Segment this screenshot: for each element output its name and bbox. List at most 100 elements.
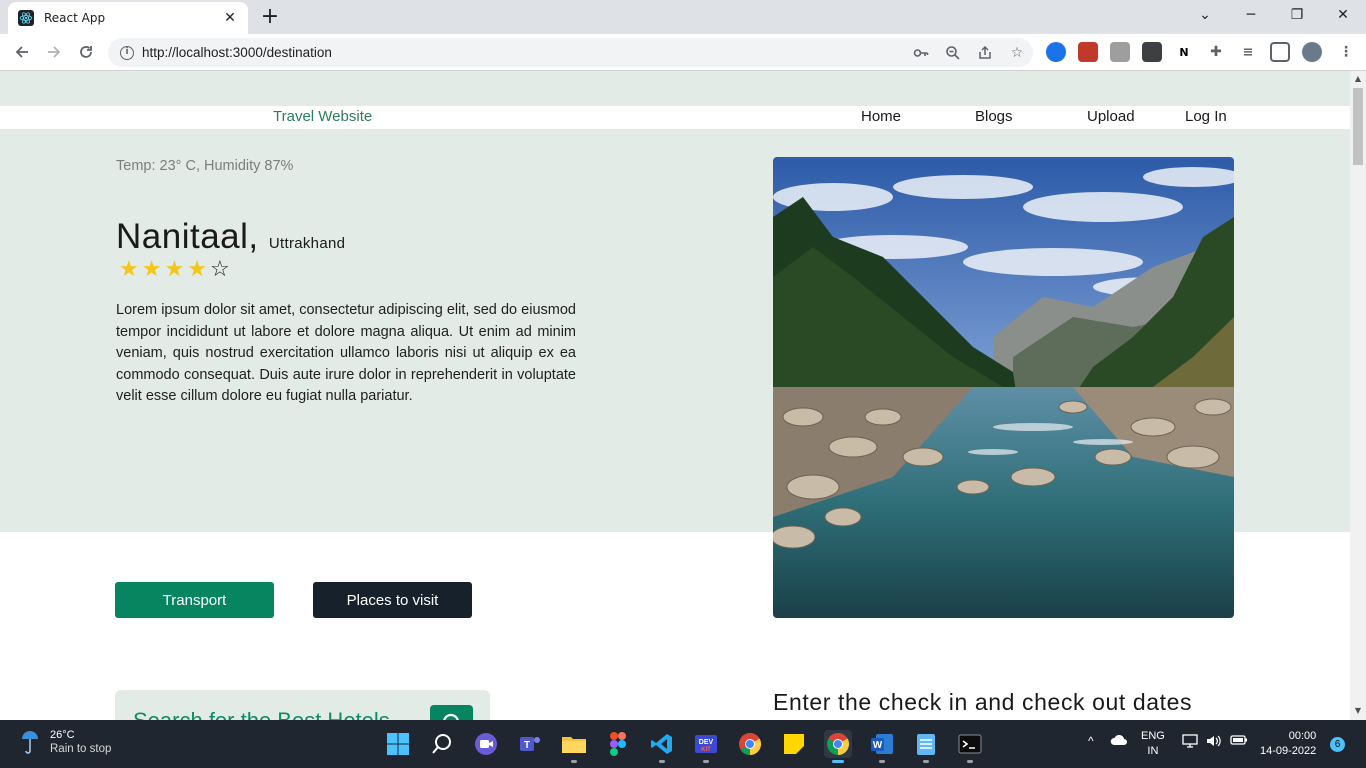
clock-time: 00:00	[1288, 730, 1317, 742]
browser-menu-icon[interactable]: ⋮	[1336, 42, 1356, 62]
extension-icon[interactable]: N	[1174, 42, 1194, 62]
weather-info: Temp: 23° C, Humidity 87%	[116, 158, 294, 174]
scroll-up-icon[interactable]: ▲	[1350, 72, 1366, 86]
running-indicator	[659, 760, 665, 763]
terminal-icon[interactable]	[956, 730, 984, 758]
active-indicator	[832, 760, 844, 763]
destination-photo	[773, 157, 1234, 618]
volume-icon[interactable]	[1206, 734, 1222, 751]
url-text[interactable]: http://localhost:3000/destination	[142, 45, 905, 60]
rating-stars: ★★★★☆	[119, 257, 233, 282]
scroll-down-icon[interactable]: ▼	[1350, 704, 1366, 718]
running-indicator	[879, 760, 885, 763]
destination-title: Nanitaal, Uttrakhand	[116, 217, 345, 257]
word-icon[interactable]: W	[868, 730, 896, 758]
key-icon[interactable]	[905, 38, 937, 67]
media-control-icon[interactable]: ≡	[1238, 42, 1258, 62]
teams-icon[interactable]: T	[516, 730, 544, 758]
running-indicator	[967, 760, 973, 763]
zoom-icon[interactable]	[937, 38, 969, 67]
profile-avatar[interactable]	[1302, 42, 1322, 62]
chrome-dev-icon[interactable]	[824, 730, 852, 758]
onedrive-cloud-icon[interactable]	[1110, 734, 1128, 749]
side-panel-icon[interactable]	[1270, 42, 1290, 62]
tab-title: React App	[44, 11, 106, 25]
nav-blogs[interactable]: Blogs	[975, 108, 1013, 125]
star-filled-icon: ★	[119, 257, 142, 282]
region-code: IN	[1147, 745, 1159, 757]
devkit-icon[interactable]: DEV KIT	[692, 730, 720, 758]
transport-button[interactable]: Transport	[115, 582, 274, 618]
minimize-button[interactable]: ─	[1228, 0, 1274, 30]
forward-icon[interactable]	[42, 40, 66, 64]
extension-icon[interactable]	[1046, 42, 1066, 62]
star-empty-icon: ☆	[209, 257, 233, 282]
running-indicator	[571, 760, 577, 763]
state-name: Uttrakhand	[268, 235, 346, 252]
sticky-notes-icon[interactable]	[780, 730, 808, 758]
umbrella-icon	[22, 730, 38, 754]
hotel-search-card: Search for the Best Hotels	[115, 690, 490, 720]
star-filled-icon: ★	[187, 257, 210, 282]
extension-icon[interactable]	[1142, 42, 1162, 62]
restore-button[interactable]: ❐	[1274, 0, 1320, 30]
new-tab-button[interactable]: +	[258, 6, 282, 30]
vscode-icon[interactable]	[648, 730, 676, 758]
nav-home[interactable]: Home	[861, 108, 901, 125]
svg-text:DEV: DEV	[699, 739, 714, 746]
hotel-search-title: Search for the Best Hotels	[133, 708, 390, 720]
window-close-button[interactable]: ✕	[1320, 0, 1366, 30]
checkin-heading: Enter the check in and check out dates	[773, 689, 1193, 715]
svg-text:T: T	[524, 740, 530, 751]
browser-tab[interactable]: React App ✕	[8, 2, 248, 34]
site-info-icon[interactable]: i	[120, 45, 134, 60]
windows-start-icon[interactable]	[384, 730, 412, 758]
clock-date: 14-09-2022	[1260, 745, 1317, 757]
browser-toolbar: i http://localhost:3000/destination ☆ N …	[0, 34, 1366, 71]
search-icon	[442, 713, 459, 720]
running-indicator	[923, 760, 929, 763]
places-to-visit-button[interactable]: Places to visit	[313, 582, 472, 618]
extensions-puzzle-icon[interactable]: ✚	[1206, 42, 1226, 62]
reload-icon[interactable]	[74, 40, 98, 64]
site-navbar: Travel Website Home Blogs Upload Log In	[0, 106, 1350, 129]
share-icon[interactable]	[969, 38, 1001, 67]
close-tab-icon[interactable]: ✕	[222, 10, 238, 26]
brand-link[interactable]: Travel Website	[273, 108, 372, 125]
weather-widget[interactable]: 26°C Rain to stop	[20, 728, 111, 755]
nav-login[interactable]: Log In	[1185, 108, 1227, 125]
language-code: ENG	[1141, 730, 1165, 742]
bookmark-star-icon[interactable]: ☆	[1001, 38, 1033, 67]
scrollbar-thumb[interactable]	[1353, 88, 1363, 165]
search-button[interactable]	[430, 705, 473, 720]
battery-icon[interactable]	[1230, 734, 1248, 749]
extension-icon[interactable]	[1078, 42, 1098, 62]
address-bar[interactable]: i http://localhost:3000/destination ☆	[108, 38, 1033, 67]
extension-icon[interactable]	[1110, 42, 1130, 62]
nav-upload[interactable]: Upload	[1087, 108, 1135, 125]
system-clock[interactable]: 00:00 14-09-2022	[1260, 729, 1316, 759]
running-indicator	[703, 760, 709, 763]
file-explorer-icon[interactable]	[560, 730, 588, 758]
show-hidden-icons-chevron-icon[interactable]: ^	[1088, 734, 1094, 748]
star-filled-icon: ★	[164, 257, 188, 282]
tab-search-icon[interactable]: ⌄	[1182, 0, 1228, 30]
weather-temp: 26°C	[50, 729, 75, 741]
browser-tab-strip: React App ✕ + ⌄ ─ ❐ ✕	[0, 0, 1366, 34]
destination-description: Lorem ipsum dolor sit amet, consectetur …	[116, 302, 576, 405]
notepad-icon[interactable]	[912, 730, 940, 758]
figma-icon[interactable]	[604, 730, 632, 758]
weather-condition: Rain to stop	[50, 743, 112, 755]
chrome-icon[interactable]	[736, 730, 764, 758]
search-icon[interactable]	[428, 730, 456, 758]
react-icon	[18, 10, 34, 26]
city-name: Nanitaal,	[116, 217, 259, 256]
meet-icon[interactable]	[472, 730, 500, 758]
windows-taskbar: 26°C Rain to stop T DEV KIT W ^ ENG IN 0…	[0, 720, 1366, 768]
back-icon[interactable]	[10, 40, 34, 64]
page-scrollbar[interactable]: ▲ ▼	[1350, 71, 1366, 720]
svg-text:KIT: KIT	[701, 747, 711, 753]
notification-badge[interactable]: 6	[1330, 737, 1345, 752]
language-indicator[interactable]: ENG IN	[1141, 729, 1165, 759]
network-icon[interactable]	[1182, 734, 1198, 751]
